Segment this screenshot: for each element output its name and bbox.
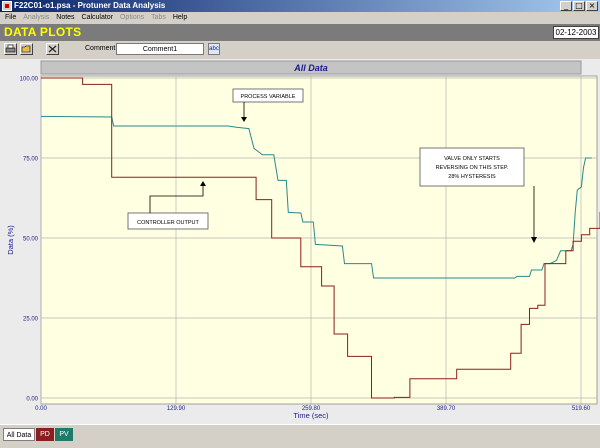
section-header: DATA PLOTS 02-12-2003 xyxy=(0,24,600,41)
chart: All Data 0.00 25.00 50.00 75.00 100.00 0.00 1… xyxy=(6,60,600,420)
y-tick-label: 0.00 xyxy=(26,397,38,403)
chart-title: All Data xyxy=(293,63,328,73)
print-button[interactable] xyxy=(4,43,17,55)
annotation-text: CONTROLLER OUTPUT xyxy=(137,220,199,226)
date-field: 02-12-2003 xyxy=(553,26,599,39)
page-title: DATA PLOTS xyxy=(4,25,82,39)
x-axis-label: Time (sec) xyxy=(293,411,329,420)
y-tick-label: 75.00 xyxy=(23,157,39,163)
x-tick-label: 519.60 xyxy=(572,406,591,412)
comment-label: Comment xyxy=(85,45,116,52)
title-bar: F22C01-o1.psa - Protuner Data Analysis _… xyxy=(0,0,600,12)
plot-area: All Data 0.00 25.00 50.00 75.00 100.00 0.00 1… xyxy=(0,59,600,424)
tab-all-data[interactable]: All Data xyxy=(3,428,35,441)
annotation-text: PROCESS VARIABLE xyxy=(241,94,296,100)
open-button[interactable] xyxy=(20,43,33,55)
menu-calculator[interactable]: Calculator xyxy=(82,12,114,23)
x-tick-label: 0.00 xyxy=(35,406,47,412)
menu-options[interactable]: Options xyxy=(120,12,144,23)
y-tick-label: 100.00 xyxy=(20,77,39,83)
x-tick-label: 389.70 xyxy=(437,406,456,412)
toolbar: Comment abc xyxy=(0,41,600,58)
app-icon xyxy=(2,1,12,11)
folder-icon xyxy=(21,45,31,53)
tab-bar: All Data PD PV xyxy=(0,424,600,448)
menu-tabs[interactable]: Tabs xyxy=(151,12,166,23)
spellcheck-icon[interactable]: abc xyxy=(208,43,220,55)
menu-help[interactable]: Help xyxy=(173,12,187,23)
comment-input[interactable] xyxy=(116,43,204,55)
delete-button[interactable] xyxy=(46,43,59,55)
menu-notes[interactable]: Notes xyxy=(56,12,74,23)
menu-file[interactable]: File xyxy=(5,12,16,23)
tab-pd[interactable]: PD xyxy=(36,428,54,441)
annotation-text: VALVE ONLY STARTS xyxy=(444,156,500,162)
menu-analysis[interactable]: Analysis xyxy=(23,12,49,23)
window-title: F22C01-o1.psa - Protuner Data Analysis xyxy=(14,1,166,10)
annotation-text: 28% HYSTERESIS xyxy=(448,174,496,180)
print-icon xyxy=(5,44,16,53)
plot-background xyxy=(40,75,598,405)
annotation-text: REVERSING ON THIS STEP. xyxy=(436,165,509,171)
x-tick-label: 129.90 xyxy=(167,406,186,412)
tab-pv[interactable]: PV xyxy=(55,428,73,441)
menu-bar: File Analysis Notes Calculator Options T… xyxy=(0,12,600,23)
y-tick-label: 25.00 xyxy=(23,317,39,323)
close-icon[interactable]: × xyxy=(586,1,598,11)
y-axis-label: Data (%) xyxy=(6,225,15,255)
minimize-icon[interactable]: _ xyxy=(560,1,572,11)
x-icon xyxy=(48,45,57,53)
maximize-icon[interactable]: □ xyxy=(573,1,585,11)
y-tick-label: 50.00 xyxy=(23,237,39,243)
